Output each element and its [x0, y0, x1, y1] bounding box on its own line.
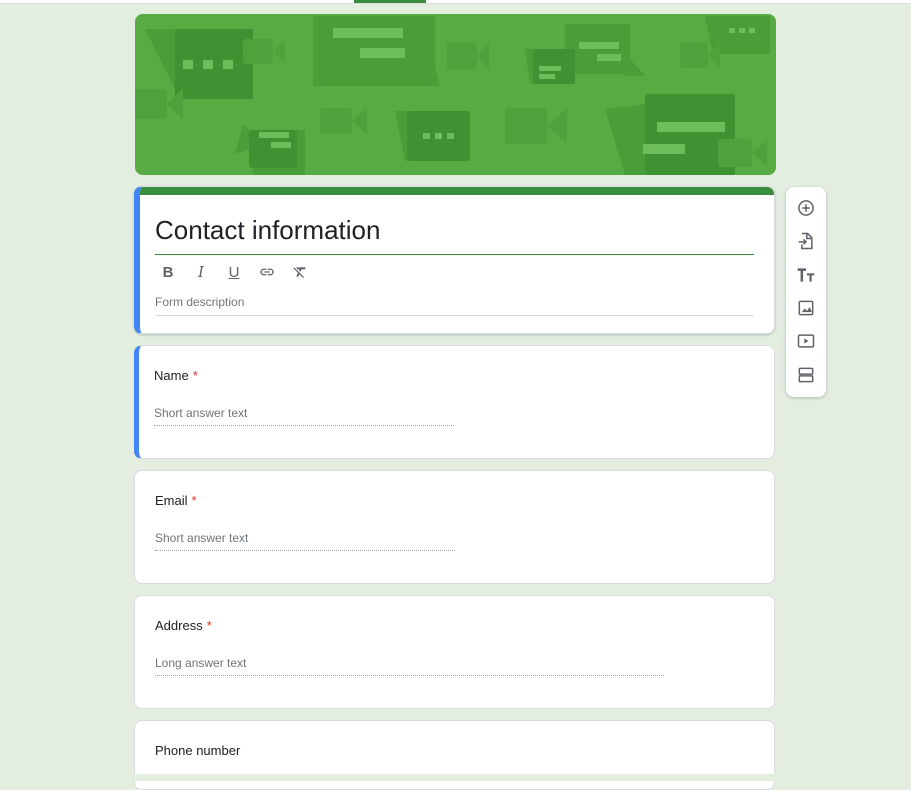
- theme-accent-bar: [140, 187, 774, 195]
- form-title-card[interactable]: Contact information B I U Form descripti…: [134, 186, 775, 334]
- italic-button[interactable]: I: [190, 261, 212, 283]
- add-title-icon: [797, 268, 815, 282]
- question-title-text: Name: [154, 368, 189, 383]
- import-questions-button[interactable]: [795, 230, 817, 252]
- short-answer-placeholder: Short answer text: [154, 406, 454, 426]
- floating-toolbar: [786, 187, 826, 397]
- clear-formatting-button[interactable]: [289, 261, 311, 283]
- required-asterisk: *: [206, 618, 212, 633]
- header-pattern: [135, 14, 776, 175]
- question-card-name[interactable]: Name * Short answer text: [134, 345, 775, 459]
- top-nav-bar: [0, 0, 911, 4]
- header-image: [135, 14, 776, 175]
- add-image-button[interactable]: [795, 297, 817, 319]
- underline-button[interactable]: U: [223, 261, 245, 283]
- add-section-button[interactable]: [795, 364, 817, 386]
- text-format-toolbar: B I U: [157, 261, 311, 283]
- question-title: Email *: [155, 493, 197, 508]
- form-title-input[interactable]: Contact information: [155, 215, 754, 255]
- required-asterisk: *: [191, 493, 197, 508]
- short-answer-placeholder: Short answer text: [155, 531, 455, 551]
- add-section-icon: [798, 367, 814, 383]
- question-title: Phone number: [155, 743, 240, 758]
- question-title-text: Email: [155, 493, 188, 508]
- active-tab-indicator: [354, 0, 426, 3]
- question-title: Address *: [155, 618, 212, 633]
- form-description-input[interactable]: Form description: [155, 295, 754, 316]
- question-title-text: Address: [155, 618, 203, 633]
- link-button[interactable]: [256, 261, 278, 283]
- bold-button[interactable]: B: [157, 261, 179, 283]
- question-title-text: Phone number: [155, 743, 241, 758]
- question-title: Name *: [154, 368, 198, 383]
- page-bottom: [0, 774, 911, 781]
- import-questions-icon: [798, 232, 813, 250]
- add-circle-icon: [798, 200, 814, 216]
- add-video-button[interactable]: [795, 330, 817, 352]
- link-icon: [260, 268, 274, 276]
- required-asterisk: *: [192, 368, 198, 383]
- add-title-button[interactable]: [795, 264, 817, 286]
- question-card-address[interactable]: Address * Long answer text: [134, 595, 775, 709]
- long-answer-placeholder: Long answer text: [155, 656, 664, 676]
- add-image-icon: [798, 300, 814, 316]
- clear-formatting-icon: [293, 267, 306, 278]
- question-card-email[interactable]: Email * Short answer text: [134, 470, 775, 584]
- add-video-icon: [797, 334, 815, 348]
- add-question-button[interactable]: [795, 197, 817, 219]
